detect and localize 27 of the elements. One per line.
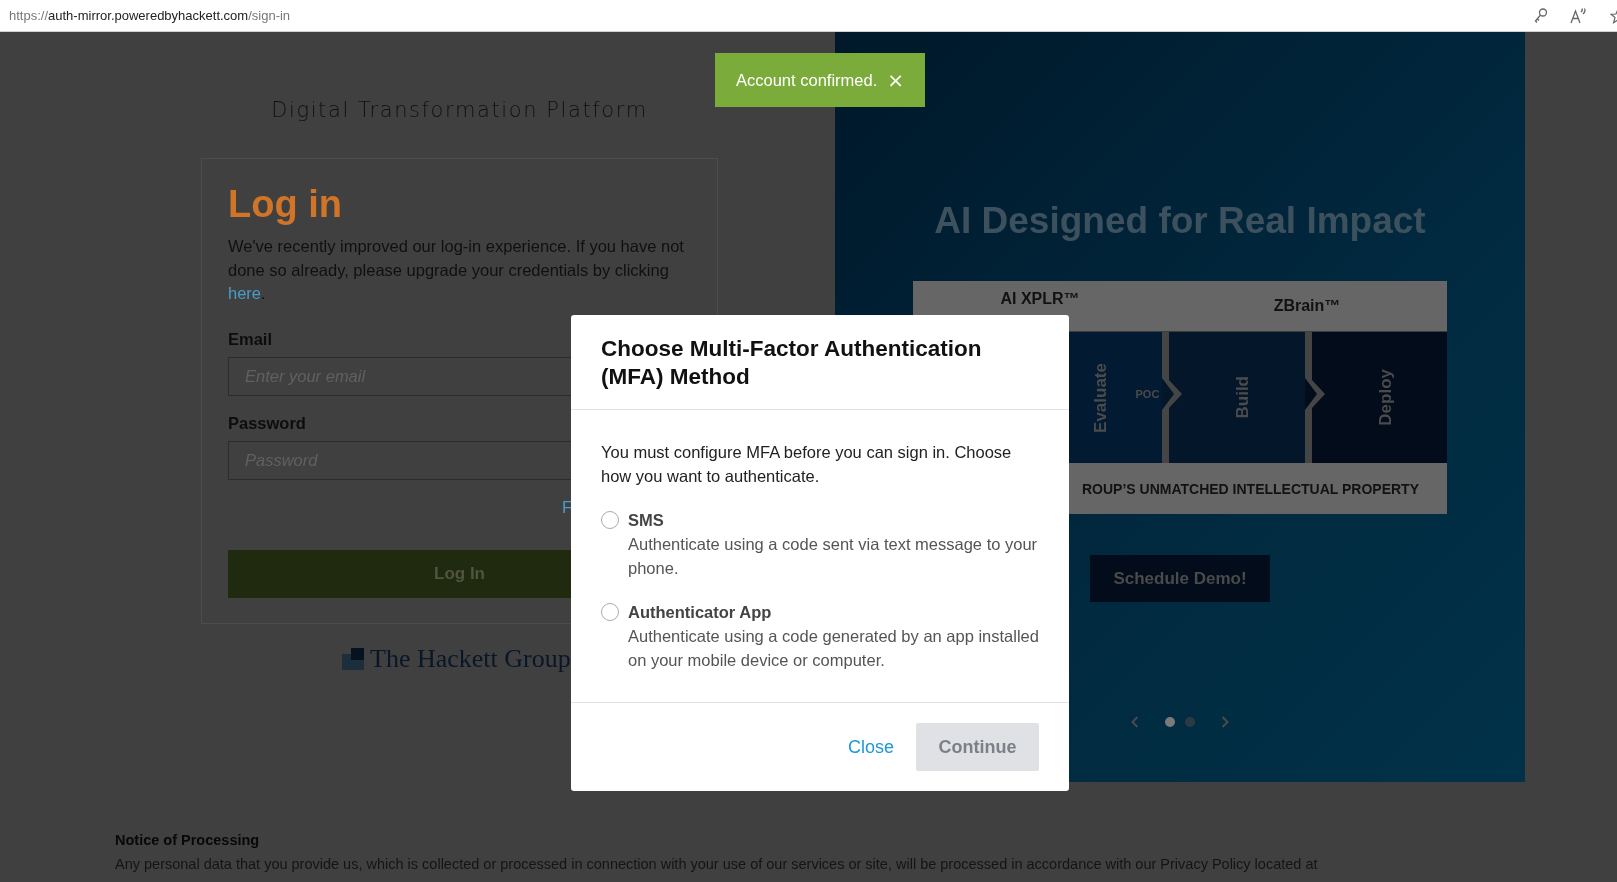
ip-label: ROUP’S UNMATCHED INTELLECTUAL PROPERTY — [1081, 480, 1419, 497]
toast-message: Account confirmed. — [736, 70, 878, 90]
next-icon[interactable] — [1221, 716, 1229, 728]
login-title: Log in — [228, 182, 343, 227]
here-link[interactable]: here — [228, 284, 262, 302]
close-button[interactable]: × — [887, 68, 904, 92]
stage-label: Build — [1233, 376, 1254, 419]
notice-title: Notice of Processing — [115, 832, 261, 848]
schedule-demo-button[interactable]: Schedule Demo! — [1090, 555, 1270, 602]
poc-label: POC — [1135, 388, 1160, 400]
forgot-link[interactable]: F — [562, 497, 573, 516]
key-icon[interactable] — [1534, 7, 1548, 24]
close-button[interactable]: Close — [847, 736, 894, 758]
previous-icon[interactable] — [1131, 716, 1139, 728]
option-label[interactable]: SMS — [628, 508, 1039, 532]
logo-icon — [342, 647, 364, 670]
stage-label: Evaluate — [1091, 362, 1112, 433]
option-description: Authenticate using a code generated by an app installed on your mobile device or computer. — [628, 626, 1039, 671]
option-label[interactable]: Authenticator App — [628, 600, 1039, 624]
stage-label: Deploy — [1375, 369, 1396, 426]
carousel-dot[interactable] — [1165, 717, 1175, 727]
carousel-dot[interactable] — [1185, 717, 1195, 727]
product-label: ZBrain™ — [1272, 297, 1342, 315]
read-aloud-icon[interactable] — [1570, 7, 1588, 24]
promo-title: AI Designed for Real Impact — [934, 200, 1426, 242]
address-url[interactable]: https://auth-mirror.poweredbyhackett.com/sign-in — [9, 8, 291, 23]
product-label: AI XPLR™ — [999, 290, 1081, 308]
